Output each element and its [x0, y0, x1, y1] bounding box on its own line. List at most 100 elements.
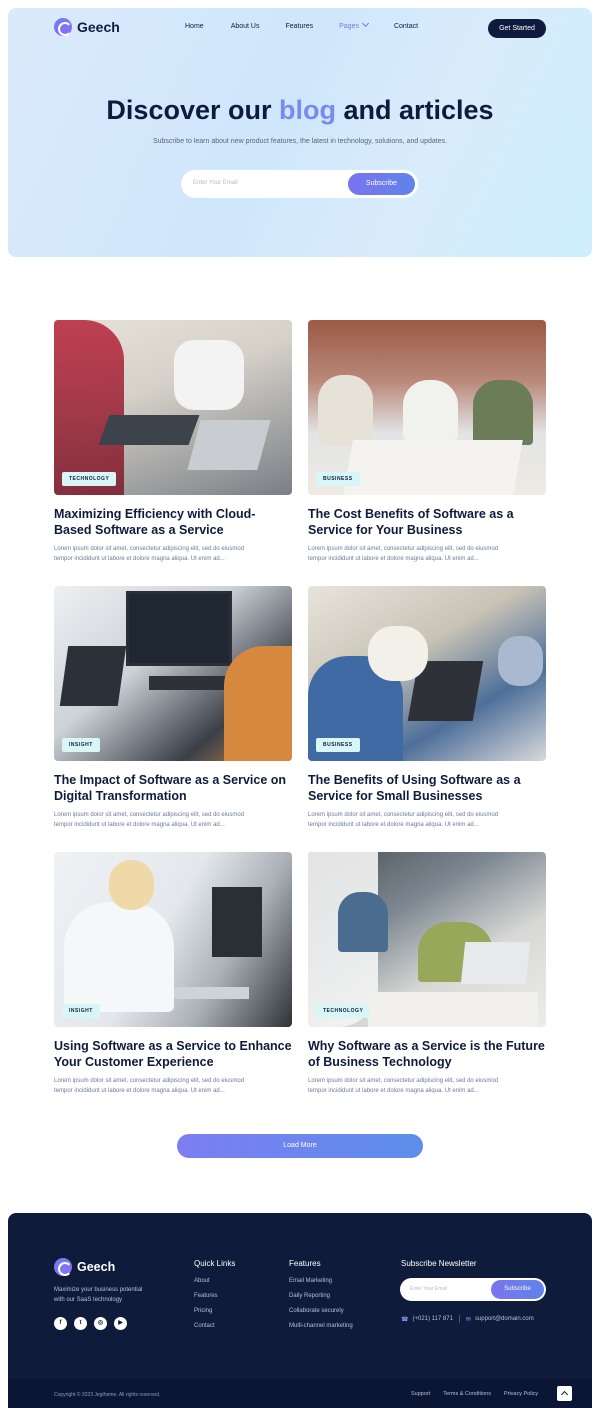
quick-links: Quick Links About Features Pricing Conta…	[194, 1259, 235, 1338]
nav-contact[interactable]: Contact	[394, 23, 418, 30]
facebook-icon[interactable]: f	[54, 1317, 67, 1330]
quick-links-heading: Quick Links	[194, 1259, 236, 1268]
twitter-icon[interactable]: t	[74, 1317, 87, 1330]
chevron-down-icon	[361, 19, 370, 28]
excerpt-line: Lorem ipsum dolor sit amet, consectetur …	[54, 1078, 245, 1084]
logo-icon	[54, 1258, 72, 1276]
excerpt-line: Lorem ipsum dolor sit amet, consectetur …	[54, 812, 245, 818]
scroll-to-top-button[interactable]	[557, 1386, 572, 1401]
newsletter-email-input[interactable]: Enter Your Email	[410, 1286, 447, 1292]
features-heading: Features	[289, 1259, 321, 1268]
blog-card-image[interactable]: INSIGHT	[54, 852, 292, 1027]
footer-bottom-links: Support Terms & Conditions Privacy Polic…	[411, 1391, 551, 1397]
title-post: and articles	[343, 95, 494, 125]
blog-card[interactable]: INSIGHT The Impact of Software as a Serv…	[54, 586, 292, 830]
nav-home[interactable]: Home	[185, 23, 204, 30]
about-line: with our SaaS technology	[54, 1297, 123, 1303]
nav-about-us[interactable]: About Us	[231, 23, 260, 30]
footer-link-email-marketing[interactable]: Email Marketing	[289, 1278, 353, 1284]
excerpt-line: tempor incididunt ut labore et dolore ma…	[54, 1088, 225, 1094]
blog-card[interactable]: INSIGHT Using Software as a Service to E…	[54, 852, 292, 1096]
blog-card-excerpt: Lorem ipsum dolor sit amet, consectetur …	[308, 544, 546, 564]
blog-card-title[interactable]: The Benefits of Using Software as a Serv…	[308, 772, 546, 804]
copyright: Copyright © 2023 Jegtheme. All rights re…	[54, 1392, 161, 1398]
excerpt-line: tempor incididunt ut labore et dolore ma…	[308, 556, 479, 562]
category-tag: TECHNOLOGY	[316, 1004, 371, 1018]
footer-link-collaborate[interactable]: Collaborate securely	[289, 1308, 353, 1314]
blog-card-excerpt: Lorem ipsum dolor sit amet, consectetur …	[54, 1076, 292, 1096]
blog-card-image[interactable]: TECHNOLOGY	[308, 852, 546, 1027]
blog-card-image[interactable]: TECHNOLOGY	[54, 320, 292, 495]
blog-card-title[interactable]: The Cost Benefits of Software as a Servi…	[308, 506, 546, 538]
footer-logo[interactable]: Geech	[54, 1258, 115, 1276]
category-tag: INSIGHT	[62, 1004, 100, 1018]
footer-link-contact[interactable]: Contact	[194, 1323, 235, 1329]
subscribe-button[interactable]: Subscribe	[348, 173, 415, 195]
nav-features[interactable]: Features	[285, 23, 313, 30]
blog-card-title[interactable]: Using Software as a Service to Enhance Y…	[54, 1038, 292, 1070]
footer-about: Maximize your business potential with our…	[54, 1285, 174, 1305]
top-nav: Geech Home About Us Features Pages Conta…	[54, 18, 546, 40]
page-title: Discover our blog and articles	[8, 95, 592, 126]
blog-card[interactable]: BUSINESS The Cost Benefits of Software a…	[308, 320, 546, 564]
category-tag: INSIGHT	[62, 738, 100, 752]
logo[interactable]: Geech	[54, 18, 120, 36]
title-highlight: blog	[279, 95, 336, 125]
support-link[interactable]: Support	[411, 1391, 430, 1397]
category-tag: TECHNOLOGY	[62, 472, 117, 486]
footer-link-multichannel[interactable]: Multi-channel marketing	[289, 1323, 353, 1329]
blog-card[interactable]: TECHNOLOGY Why Software as a Service is …	[308, 852, 546, 1096]
excerpt-line: tempor incididunt ut labore et dolore ma…	[308, 1088, 479, 1094]
terms-link[interactable]: Terms & Conditions	[443, 1391, 491, 1397]
blog-card-image[interactable]: BUSINESS	[308, 586, 546, 761]
newsletter-subscribe-button[interactable]: Subscribe	[491, 1280, 544, 1299]
blog-card[interactable]: TECHNOLOGY Maximizing Efficiency with Cl…	[54, 320, 292, 564]
logo-text: Geech	[77, 19, 120, 35]
footer-contact: ☎ (+021) 117 871 ✉ support@domain.com	[401, 1315, 534, 1323]
phone-number[interactable]: (+021) 117 871	[412, 1316, 452, 1322]
category-tag: BUSINESS	[316, 738, 360, 752]
hero-section: Geech Home About Us Features Pages Conta…	[8, 8, 592, 257]
newsletter-form: Enter Your Email Subscribe	[400, 1278, 546, 1301]
mail-icon: ✉	[465, 1316, 471, 1323]
features-links: Features Email Marketing Daily Reporting…	[289, 1259, 353, 1338]
blog-card-excerpt: Lorem ipsum dolor sit amet, consectetur …	[308, 1076, 546, 1096]
instagram-icon[interactable]: ◎	[94, 1317, 107, 1330]
blog-card-title[interactable]: Maximizing Efficiency with Cloud-Based S…	[54, 506, 292, 538]
logo-icon	[54, 18, 72, 36]
blog-card-title[interactable]: The Impact of Software as a Service on D…	[54, 772, 292, 804]
excerpt-line: tempor incididunt ut labore et dolore ma…	[54, 822, 225, 828]
blog-card-image[interactable]: INSIGHT	[54, 586, 292, 761]
footer-link-daily-reporting[interactable]: Daily Reporting	[289, 1293, 353, 1299]
excerpt-line: Lorem ipsum dolor sit amet, consectetur …	[308, 1078, 499, 1084]
excerpt-line: Lorem ipsum dolor sit amet, consectetur …	[308, 812, 499, 818]
footer-link-features[interactable]: Features	[194, 1293, 235, 1299]
privacy-link[interactable]: Privacy Policy	[504, 1391, 538, 1397]
contact-divider	[458, 1315, 460, 1323]
footer-link-about[interactable]: About	[194, 1278, 235, 1284]
get-started-button[interactable]: Get Started	[488, 19, 546, 38]
youtube-icon[interactable]: ▶	[114, 1317, 127, 1330]
nav-pages-label: Pages	[339, 23, 359, 30]
support-email[interactable]: support@domain.com	[475, 1316, 534, 1322]
nav-pages[interactable]: Pages	[339, 19, 370, 30]
blog-card-excerpt: Lorem ipsum dolor sit amet, consectetur …	[54, 544, 292, 564]
newsletter-heading: Subscribe Newsletter	[401, 1259, 477, 1268]
logo-text: Geech	[77, 1260, 116, 1274]
email-input[interactable]: Enter Your Email	[193, 180, 238, 186]
footer-link-pricing[interactable]: Pricing	[194, 1308, 235, 1314]
social-links: f t ◎ ▶	[54, 1317, 134, 1330]
blog-card-title[interactable]: Why Software as a Service is the Future …	[308, 1038, 546, 1070]
footer-bottom-bar: Copyright © 2023 Jegtheme. All rights re…	[8, 1379, 592, 1408]
about-line: Maximize your business potential	[54, 1287, 143, 1293]
load-more-button[interactable]: Load More	[177, 1134, 423, 1158]
excerpt-line: tempor incididunt ut labore et dolore ma…	[308, 822, 479, 828]
blog-card-excerpt: Lorem ipsum dolor sit amet, consectetur …	[308, 810, 546, 830]
blog-card-excerpt: Lorem ipsum dolor sit amet, consectetur …	[54, 810, 292, 830]
blog-card-image[interactable]: BUSINESS	[308, 320, 546, 495]
hero-subtitle: Subscribe to learn about new product fea…	[152, 138, 448, 145]
blog-card[interactable]: BUSINESS The Benefits of Using Software …	[308, 586, 546, 830]
phone-icon: ☎	[401, 1316, 409, 1323]
subscribe-form: Enter Your Email Subscribe	[181, 170, 418, 198]
excerpt-line: tempor incididunt ut labore et dolore ma…	[54, 556, 225, 562]
